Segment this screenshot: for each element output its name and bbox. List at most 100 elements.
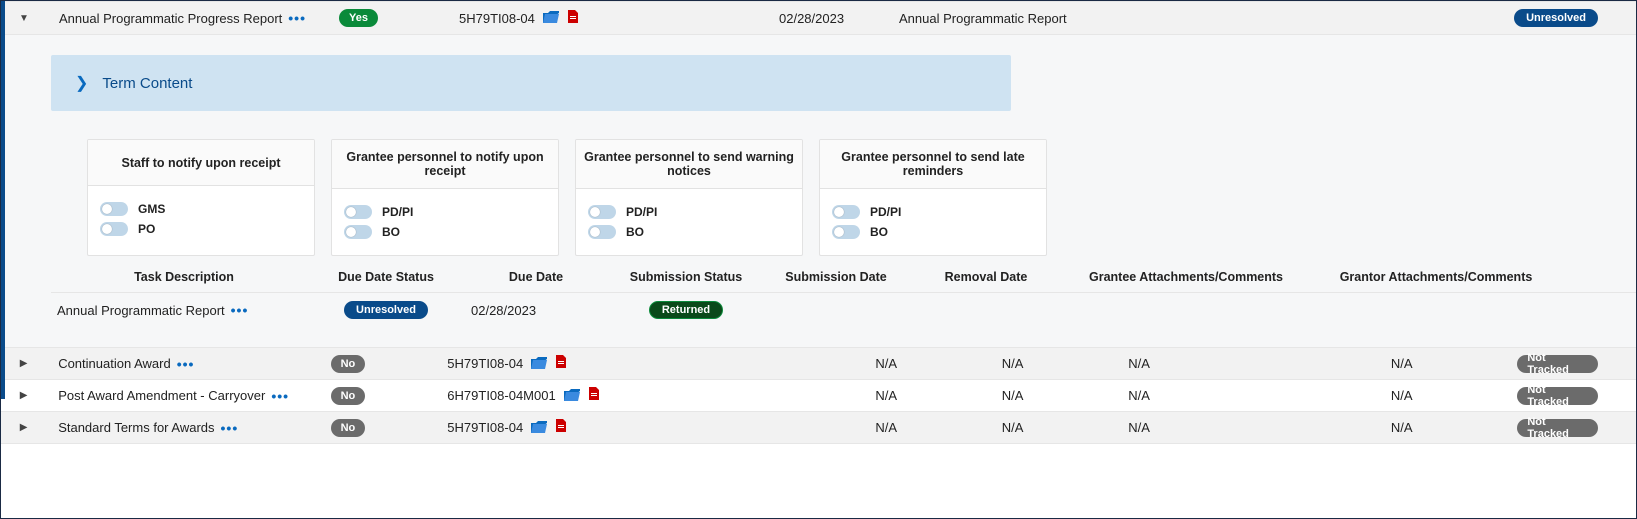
type-cell: N/A: [875, 356, 1001, 371]
table-row: ▼ Annual Programmatic Progress Report ••…: [1, 1, 1636, 35]
grant-number: 5H79TI08-04: [447, 420, 523, 435]
flag-badge: No: [331, 355, 366, 373]
card-header: Staff to notify upon receipt: [88, 140, 314, 186]
card-header: Grantee personnel to notify upon receipt: [332, 140, 558, 189]
col5-cell: N/A: [1002, 420, 1128, 435]
sub-table-header: Task Description Due Date Status Due Dat…: [51, 256, 1636, 292]
folder-icon[interactable]: [564, 388, 580, 404]
expand-caret[interactable]: ▶: [9, 358, 38, 369]
col5-cell: N/A: [1002, 388, 1128, 403]
sub-dd: 02/28/2023: [461, 303, 611, 318]
sub-head-dds: Due Date Status: [311, 270, 461, 284]
status-badge: Not Tracked: [1517, 387, 1598, 405]
sub-head-grc: Grantor Attachments/Comments: [1311, 270, 1561, 284]
row-title: Continuation Award: [58, 356, 171, 371]
submission-status-badge: Returned: [649, 301, 723, 319]
toggle-label: GMS: [138, 202, 165, 216]
chevron-right-icon: ❯: [75, 73, 88, 93]
folder-icon[interactable]: [543, 10, 559, 26]
sub-head-dd: Due Date: [461, 270, 611, 284]
flag-cell: Yes: [339, 9, 459, 27]
more-actions-icon[interactable]: •••: [177, 359, 195, 369]
notification-cards: Staff to notify upon receipt GMS PO Gran…: [87, 139, 1636, 256]
toggle-bo[interactable]: [344, 225, 372, 239]
collapse-caret[interactable]: ▼: [9, 13, 39, 24]
toggle-pdpi[interactable]: [588, 205, 616, 219]
sub-head-ss: Submission Status: [611, 270, 761, 284]
toggle-gms[interactable]: [100, 202, 128, 216]
toggle-label: BO: [626, 225, 644, 239]
term-content-label: Term Content: [102, 75, 192, 92]
folder-icon[interactable]: [531, 356, 547, 372]
flag-badge: No: [331, 419, 366, 437]
toggle-label: PO: [138, 222, 155, 236]
pdf-icon[interactable]: [555, 355, 567, 372]
folder-icon[interactable]: [531, 420, 547, 436]
row-title: Standard Terms for Awards: [58, 420, 214, 435]
pdf-icon[interactable]: [567, 10, 579, 27]
status-badge: Not Tracked: [1517, 355, 1598, 373]
card-header: Grantee personnel to send warn­ing notic…: [576, 140, 802, 189]
card-grantee-late: Grantee personnel to send late reminders…: [819, 139, 1047, 256]
col7-cell: N/A: [1128, 388, 1391, 403]
grant-cell: 6H79TI08-04M001: [447, 387, 758, 404]
more-actions-icon[interactable]: •••: [231, 305, 249, 315]
pdf-icon[interactable]: [555, 419, 567, 436]
flag-cell: No: [331, 419, 448, 437]
card-grantee-warning: Grantee personnel to send warn­ing notic…: [575, 139, 803, 256]
flag-badge: No: [331, 387, 366, 405]
card-header: Grantee personnel to send late reminders: [820, 140, 1046, 189]
col5-cell: N/A: [1002, 356, 1128, 371]
toggle-bo[interactable]: [588, 225, 616, 239]
sub-ss: Returned: [611, 301, 761, 319]
toggle-bo[interactable]: [832, 225, 860, 239]
toggle-label: BO: [870, 225, 888, 239]
status-cell: Not Tracked: [1517, 355, 1628, 373]
row-title-cell: Annual Programmatic Progress Report •••: [39, 11, 339, 26]
grant-number: 5H79TI08-04: [459, 11, 535, 26]
toggle-po[interactable]: [100, 222, 128, 236]
date-cell: 02/28/2023: [779, 11, 899, 26]
col6-cell: N/A: [1391, 356, 1517, 371]
expand-caret[interactable]: ▶: [9, 422, 38, 433]
col7-cell: N/A: [1128, 356, 1391, 371]
type-cell: Annual Programmatic Report: [899, 11, 1199, 26]
sub-dds: Unresolved: [311, 301, 461, 319]
more-actions-icon[interactable]: •••: [221, 423, 239, 433]
row-title: Post Award Amendment - Carryover: [58, 388, 265, 403]
toggle-label: PD/PI: [382, 205, 413, 219]
selection-indicator: [1, 1, 5, 399]
flag-cell: No: [331, 387, 448, 405]
grant-cell: 5H79TI08-04: [447, 355, 758, 372]
sub-head-gac: Grantee Attachments/Comments: [1061, 270, 1311, 284]
sub-table-row: Annual Programmatic Report ••• Unresolve…: [51, 292, 1636, 327]
sub-desc: Annual Programmatic Report •••: [51, 303, 311, 318]
sub-head-desc: Task Description: [51, 270, 311, 284]
col7-cell: N/A: [1128, 420, 1391, 435]
grant-number: 6H79TI08-04M001: [447, 388, 555, 403]
grant-number: 5H79TI08-04: [447, 356, 523, 371]
flag-badge: Yes: [339, 9, 378, 27]
type-cell: N/A: [875, 388, 1001, 403]
term-content-toggle[interactable]: ❯ Term Content: [51, 55, 1011, 111]
card-grantee-notify: Grantee personnel to notify upon receipt…: [331, 139, 559, 256]
status-cell: Unresolved: [1514, 9, 1628, 27]
status-cell: Not Tracked: [1517, 387, 1628, 405]
row-title-cell: Continuation Award •••: [38, 356, 330, 371]
toggle-pdpi[interactable]: [832, 205, 860, 219]
toggle-pdpi[interactable]: [344, 205, 372, 219]
toggle-label: PD/PI: [626, 205, 657, 219]
detail-panel: ❯ Term Content Staff to notify upon rece…: [1, 35, 1636, 348]
pdf-icon[interactable]: [588, 387, 600, 404]
col6-cell: N/A: [1391, 420, 1517, 435]
table-row: ▶ Post Award Amendment - Carryover ••• N…: [1, 380, 1636, 412]
grant-cell: 5H79TI08-04: [459, 10, 779, 27]
due-date-status-badge: Unresolved: [344, 301, 428, 319]
row-title: Annual Programmatic Progress Report: [59, 11, 282, 26]
sub-desc-text: Annual Programmatic Report: [57, 303, 225, 318]
more-actions-icon[interactable]: •••: [288, 13, 306, 23]
expand-caret[interactable]: ▶: [9, 390, 38, 401]
toggle-label: BO: [382, 225, 400, 239]
more-actions-icon[interactable]: •••: [271, 391, 289, 401]
table-row: ▶ Continuation Award ••• No 5H79TI08-04 …: [1, 348, 1636, 380]
